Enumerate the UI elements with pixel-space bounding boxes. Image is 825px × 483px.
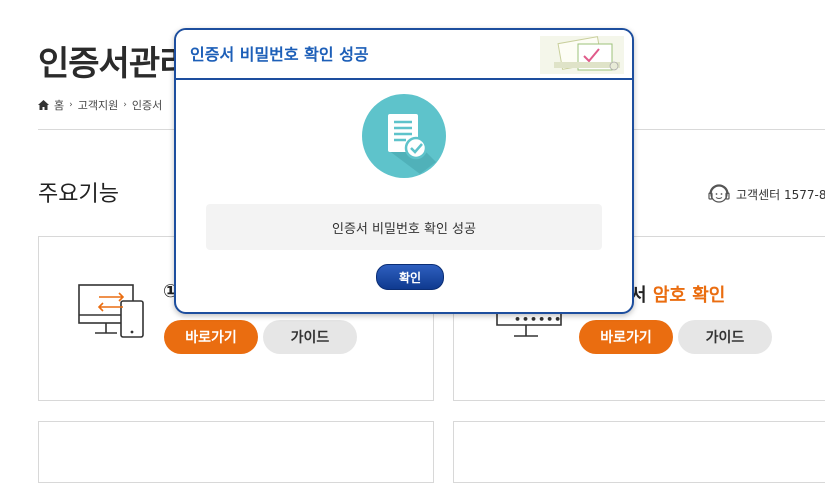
certificate-illustration-icon (540, 36, 624, 74)
breadcrumb-current[interactable]: 인증서 (132, 97, 162, 113)
dialog-header: 인증서 비밀번호 확인 성공 (176, 30, 632, 80)
support-phone: 고객센터 1577-8 (736, 187, 825, 202)
card-2-go-button[interactable]: 바로가기 (579, 320, 673, 354)
chevron-right-icon: › (69, 100, 73, 110)
password-mask: •••••• (514, 313, 563, 326)
dialog-title: 인증서 비밀번호 확인 성공 (190, 45, 369, 64)
dialog-message: 인증서 비밀번호 확인 성공 (206, 204, 602, 250)
confirm-button[interactable]: 확인 (376, 264, 444, 290)
card-2-title-accent: 암호 확인 (652, 285, 726, 306)
feature-card-4 (453, 421, 825, 483)
section-title: 주요기능 (38, 182, 119, 207)
card-2-guide-button[interactable]: 가이드 (678, 320, 772, 354)
chevron-right-icon: › (123, 100, 127, 110)
breadcrumb-support[interactable]: 고객지원 (78, 97, 118, 113)
certificate-transfer-icon (78, 284, 144, 338)
card-2-title: 서 암호 확인 (630, 281, 725, 307)
card-1-guide-button[interactable]: 가이드 (263, 320, 357, 354)
document-check-icon (362, 94, 446, 178)
success-dialog: 인증서 비밀번호 확인 성공 인증서 비밀번호 확인 성공 확인 (174, 28, 634, 314)
breadcrumb-home[interactable]: 홈 (54, 97, 64, 113)
page-title: 인증서관리 (38, 44, 190, 84)
headset-icon (708, 184, 730, 203)
card-1-go-button[interactable]: 바로가기 (164, 320, 258, 354)
breadcrumb: 홈 › 고객지원 › 인증서 (38, 97, 162, 113)
feature-card-3 (38, 421, 434, 483)
home-icon[interactable] (38, 100, 49, 110)
customer-center: 고객센터 1577-8 (706, 181, 825, 207)
